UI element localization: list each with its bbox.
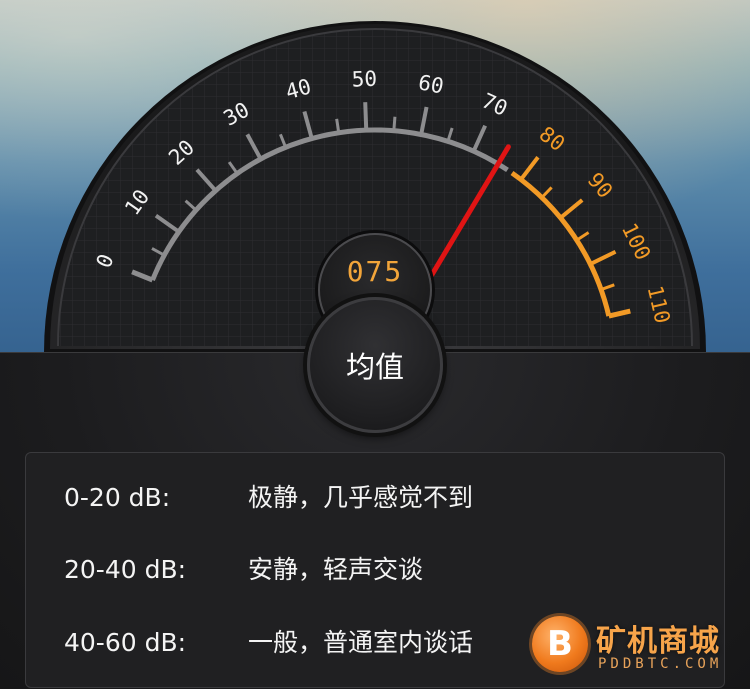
reference-row: 0-20 dB: 极静，几乎感觉不到 [64,478,473,514]
reference-range: 0-20 dB: [64,483,171,512]
watermark: B 矿机商城 PDDBTC.COM [528,612,750,688]
reference-description: 极静，几乎感觉不到 [248,483,474,512]
scale-tick [392,116,397,131]
reference-range: 20-40 dB: [64,555,187,584]
decibel-value: 075 [346,255,404,288]
average-mode-button[interactable]: 均值 [307,297,443,433]
scale-label: 60 [416,70,445,98]
reference-description: 一般，普通室内谈话 [248,628,474,657]
reference-description: 安静，轻声交谈 [248,555,424,584]
watermark-title: 矿机商城 [596,624,720,659]
scale-tick [363,102,369,131]
watermark-url: PDDBTC.COM [598,656,723,672]
watermark-logo-icon: B [532,616,588,672]
scale-label: 50 [351,67,377,92]
reference-row: 40-60 dB: 一般，普通室内谈话 [64,623,473,659]
reference-range: 40-60 dB: [64,628,187,657]
reference-row: 20-40 dB: 安静，轻声交谈 [64,550,423,586]
scale-tick [335,118,341,133]
average-mode-label: 均值 [345,350,404,384]
